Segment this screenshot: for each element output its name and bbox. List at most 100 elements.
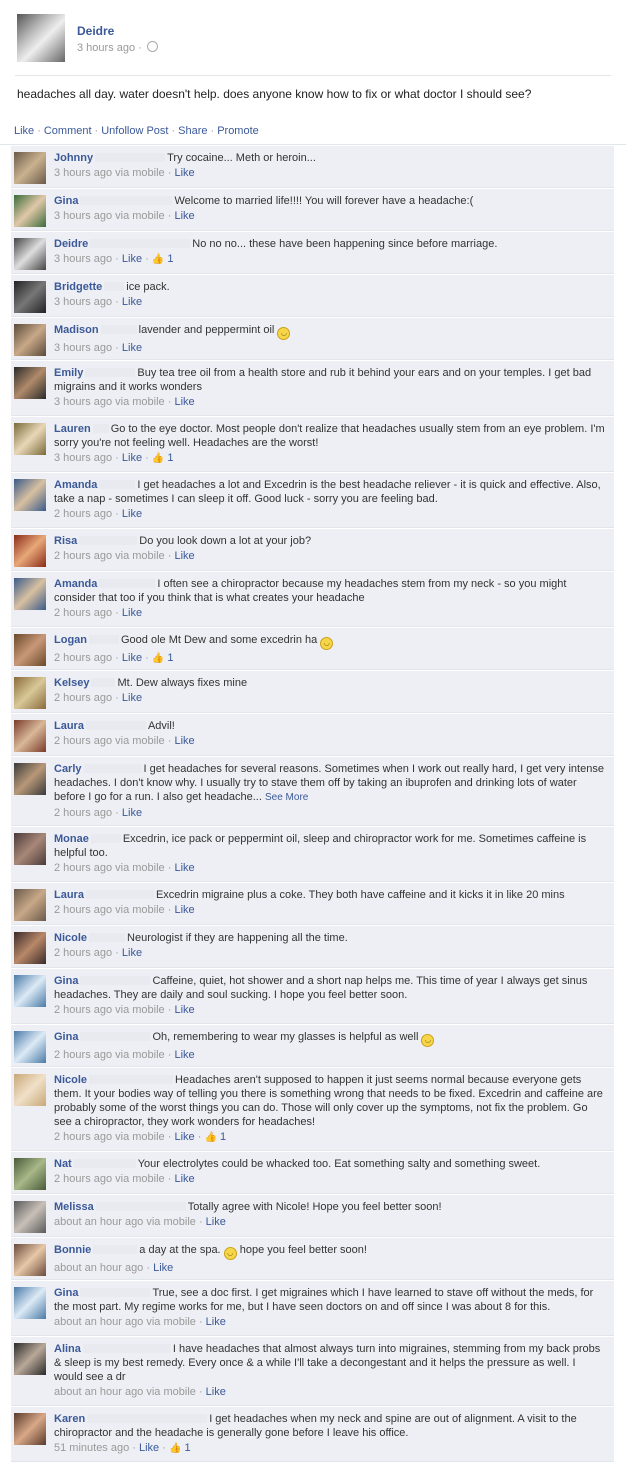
see-more-link[interactable]: See More <box>265 792 308 803</box>
commenter-avatar[interactable] <box>14 634 46 666</box>
commenter-avatar[interactable] <box>14 281 46 313</box>
like-count[interactable]: 1 <box>167 452 173 464</box>
comment-time[interactable]: 3 hours ago via mobile <box>54 210 165 222</box>
comment-like-link[interactable]: Like <box>174 1131 194 1143</box>
comment-time[interactable]: 3 hours ago <box>54 253 112 265</box>
comment-like-link[interactable]: Like <box>174 904 194 916</box>
commenter-avatar[interactable] <box>14 975 46 1007</box>
commenter-name[interactable]: Deidre <box>54 238 88 250</box>
comment-like-link[interactable]: Like <box>139 1442 159 1454</box>
commenter-avatar[interactable] <box>14 238 46 270</box>
comment-time[interactable]: 51 minutes ago <box>54 1442 129 1454</box>
commenter-avatar[interactable] <box>14 1158 46 1190</box>
commenter-avatar[interactable] <box>14 1201 46 1233</box>
commenter-avatar[interactable] <box>14 535 46 567</box>
comment-time[interactable]: 2 hours ago <box>54 807 112 819</box>
comment-time[interactable]: 2 hours ago via mobile <box>54 1049 165 1061</box>
comment-like-link[interactable]: Like <box>174 396 194 408</box>
comment-like-link[interactable]: Like <box>206 1316 226 1328</box>
thumbs-up-icon[interactable]: 👍 <box>169 1443 181 1454</box>
commenter-name[interactable]: Risa <box>54 535 77 547</box>
commenter-name[interactable]: Bonnie <box>54 1244 91 1256</box>
comment-time[interactable]: 2 hours ago via mobile <box>54 550 165 562</box>
comment-time[interactable]: 2 hours ago via mobile <box>54 904 165 916</box>
commenter-avatar[interactable] <box>14 152 46 184</box>
commenter-avatar[interactable] <box>14 324 46 356</box>
commenter-name[interactable]: Alina <box>54 1343 81 1355</box>
commenter-avatar[interactable] <box>14 889 46 921</box>
commenter-name[interactable]: Melissa <box>54 1201 94 1213</box>
commenter-name[interactable]: Logan <box>54 634 87 646</box>
commenter-avatar[interactable] <box>14 423 46 455</box>
promote-link[interactable]: Promote <box>217 125 259 137</box>
commenter-avatar[interactable] <box>14 720 46 752</box>
comment-like-link[interactable]: Like <box>122 807 142 819</box>
commenter-name[interactable]: Amanda <box>54 479 97 491</box>
commenter-name[interactable]: Nicole <box>54 932 87 944</box>
comment-like-link[interactable]: Like <box>174 1173 194 1185</box>
post-author-name[interactable]: Deidre <box>77 24 114 38</box>
comment-like-link[interactable]: Like <box>174 735 194 747</box>
comment-like-link[interactable]: Like <box>174 862 194 874</box>
comment-like-link[interactable]: Like <box>122 652 142 664</box>
commenter-avatar[interactable] <box>14 1287 46 1319</box>
comment-time[interactable]: 2 hours ago via mobile <box>54 1173 165 1185</box>
comment-like-link[interactable]: Like <box>122 692 142 704</box>
comment-like-link[interactable]: Like <box>122 607 142 619</box>
comment-time[interactable]: 2 hours ago via mobile <box>54 735 165 747</box>
commenter-name[interactable]: Lauren <box>54 423 91 435</box>
comment-like-link[interactable]: Like <box>174 1004 194 1016</box>
commenter-name[interactable]: Gina <box>54 975 78 987</box>
comment-time[interactable]: 2 hours ago <box>54 692 112 704</box>
share-link[interactable]: Share <box>178 125 207 137</box>
comment-time[interactable]: about an hour ago via mobile <box>54 1216 196 1228</box>
comment-like-link[interactable]: Like <box>122 253 142 265</box>
comment-time[interactable]: 3 hours ago <box>54 296 112 308</box>
commenter-avatar[interactable] <box>14 932 46 964</box>
commenter-name[interactable]: Laura <box>54 720 84 732</box>
commenter-name[interactable]: Kelsey <box>54 677 89 689</box>
commenter-name[interactable]: Monae <box>54 833 89 845</box>
thumbs-up-icon[interactable]: 👍 <box>204 1132 216 1143</box>
commenter-avatar[interactable] <box>14 195 46 227</box>
commenter-avatar[interactable] <box>14 1244 46 1276</box>
comment-time[interactable]: 2 hours ago <box>54 652 112 664</box>
commenter-avatar[interactable] <box>14 677 46 709</box>
comment-like-link[interactable]: Like <box>206 1386 226 1398</box>
commenter-name[interactable]: Gina <box>54 1287 78 1299</box>
commenter-avatar[interactable] <box>14 367 46 399</box>
commenter-name[interactable]: Gina <box>54 1031 78 1043</box>
commenter-avatar[interactable] <box>14 1343 46 1375</box>
commenter-name[interactable]: Laura <box>54 889 84 901</box>
comment-like-link[interactable]: Like <box>174 167 194 179</box>
comment-time[interactable]: 2 hours ago <box>54 947 112 959</box>
comment-like-link[interactable]: Like <box>174 1049 194 1061</box>
comment-like-link[interactable]: Like <box>122 452 142 464</box>
comment-like-link[interactable]: Like <box>122 296 142 308</box>
commenter-avatar[interactable] <box>14 479 46 511</box>
comment-like-link[interactable]: Like <box>122 508 142 520</box>
commenter-avatar[interactable] <box>14 833 46 865</box>
commenter-avatar[interactable] <box>14 1413 46 1445</box>
thumbs-up-icon[interactable]: 👍 <box>152 453 164 464</box>
like-count[interactable]: 1 <box>167 253 173 265</box>
commenter-name[interactable]: Nicole <box>54 1074 87 1086</box>
author-avatar[interactable] <box>17 14 65 62</box>
comment-time[interactable]: 2 hours ago <box>54 508 112 520</box>
comment-like-link[interactable]: Like <box>122 342 142 354</box>
like-count[interactable]: 1 <box>167 652 173 664</box>
commenter-avatar[interactable] <box>14 763 46 795</box>
commenter-name[interactable]: Amanda <box>54 578 97 590</box>
comment-like-link[interactable]: Like <box>122 947 142 959</box>
commenter-name[interactable]: Carly <box>54 763 82 775</box>
comment-time[interactable]: 3 hours ago <box>54 452 112 464</box>
commenter-name[interactable]: Gina <box>54 195 78 207</box>
comment-time[interactable]: 3 hours ago via mobile <box>54 167 165 179</box>
unfollow-post-link[interactable]: Unfollow Post <box>101 125 168 137</box>
comment-like-link[interactable]: Like <box>206 1216 226 1228</box>
comment-time[interactable]: 2 hours ago <box>54 607 112 619</box>
commenter-name[interactable]: Karen <box>54 1413 85 1425</box>
like-count[interactable]: 1 <box>184 1442 190 1454</box>
comment-like-link[interactable]: Like <box>174 550 194 562</box>
commenter-avatar[interactable] <box>14 1074 46 1106</box>
